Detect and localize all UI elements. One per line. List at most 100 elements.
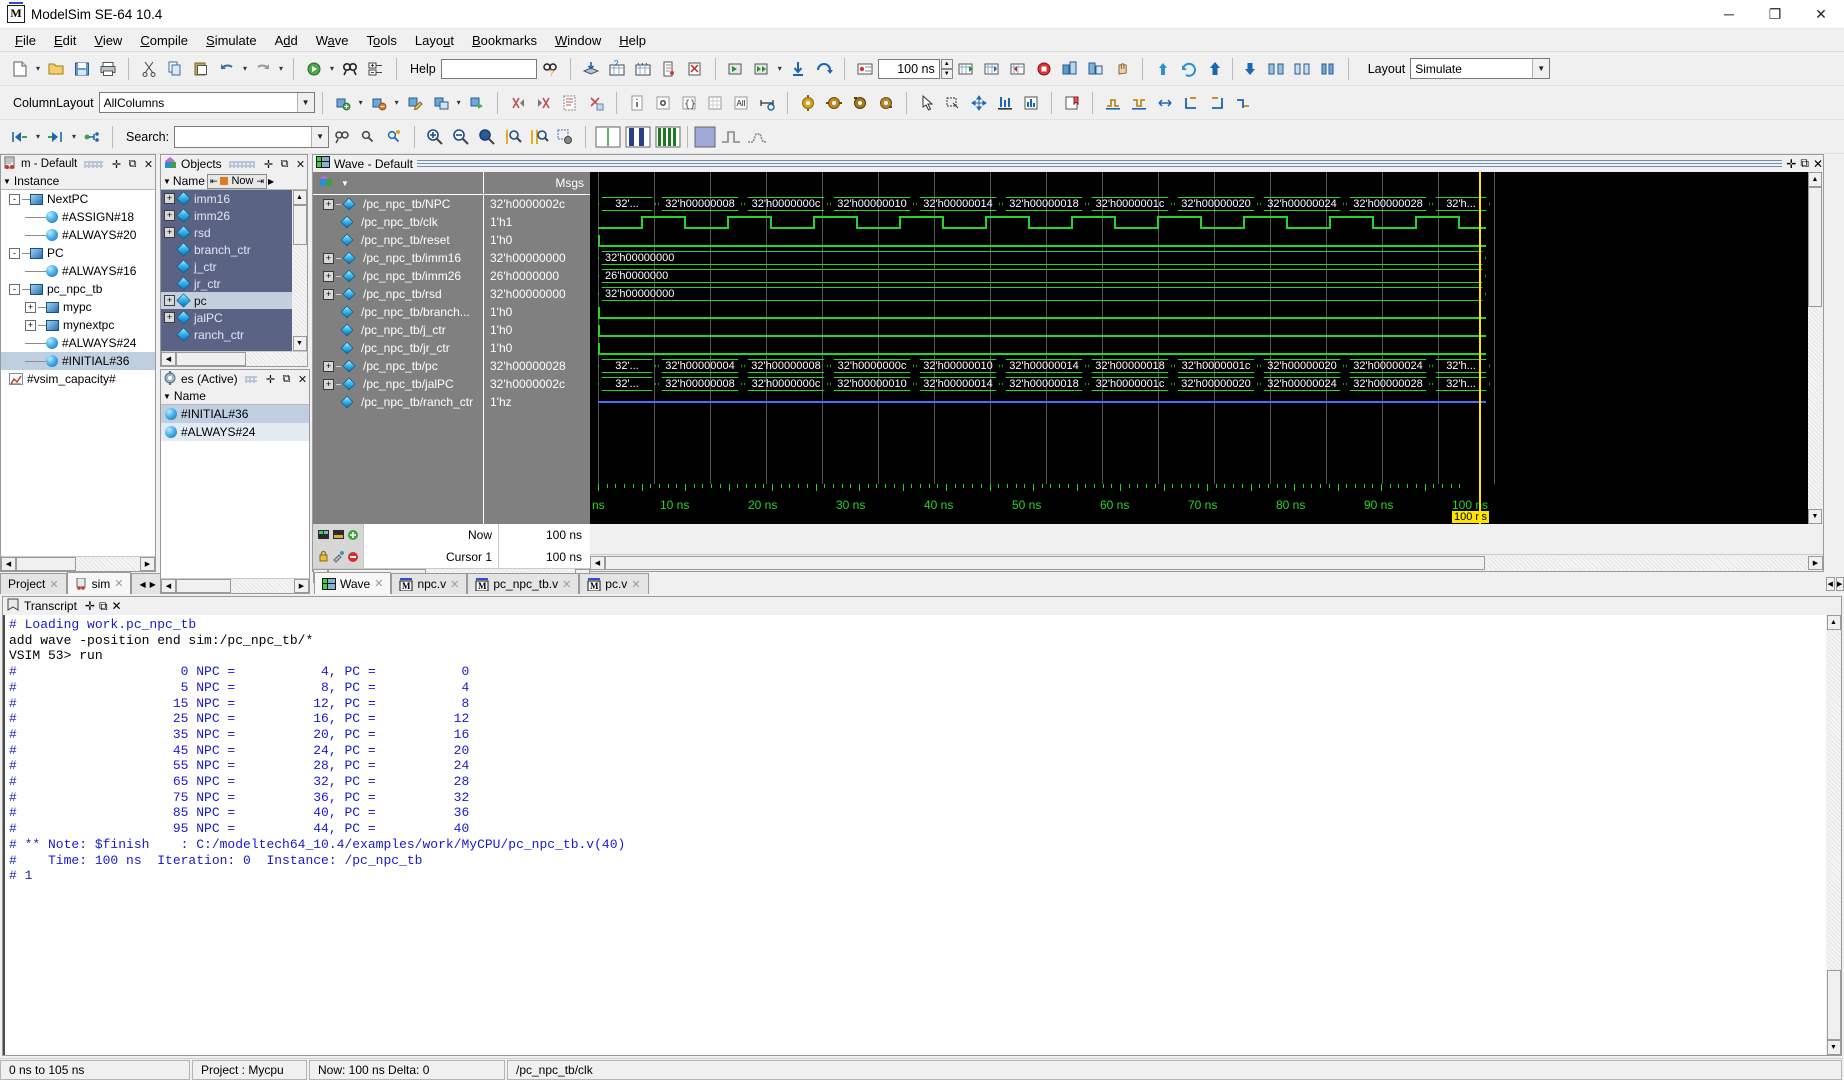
transcript-vscrollbar[interactable]: ▲ ▼ — [1826, 615, 1841, 1055]
dataflow4-icon[interactable] — [873, 90, 899, 116]
undo-dropdown-icon[interactable]: ▾ — [240, 56, 250, 82]
tab-close-icon[interactable]: ✕ — [49, 578, 58, 591]
wave-signal-row[interactable]: /pc_npc_tb/branch... — [313, 303, 483, 321]
search-prev-icon[interactable] — [355, 124, 381, 150]
columnlayout-combo[interactable]: AllColumns ▼ — [98, 92, 315, 113]
pan-hand-icon[interactable] — [1109, 56, 1135, 82]
panel-close-icon[interactable]: ✕ — [142, 158, 155, 171]
scroll-left-icon[interactable]: ◀ — [590, 556, 605, 570]
tab-pc-v[interactable]: Mpc.v ✕ — [579, 573, 649, 594]
object-row[interactable]: + rsd — [161, 224, 292, 241]
panel-close-icon[interactable]: ✕ — [294, 158, 307, 171]
panel-close-icon[interactable]: ✕ — [112, 599, 122, 613]
scroll-left-icon[interactable]: ◀ — [161, 579, 176, 593]
wave-up2-icon[interactable] — [1202, 56, 1228, 82]
instance-row[interactable]: - PC — [1, 244, 155, 262]
object-expander[interactable]: + — [164, 227, 175, 238]
new-file-dropdown-icon[interactable]: ▾ — [33, 56, 43, 82]
open-file-icon[interactable] — [43, 56, 69, 82]
remove-wave-dropdown-icon[interactable]: ▾ — [392, 90, 402, 116]
next-diff-icon[interactable] — [531, 90, 557, 116]
filter-icon[interactable]: ▼ — [163, 392, 171, 401]
simulate-restart-icon[interactable] — [630, 56, 656, 82]
objects-vscrollbar[interactable]: ▲ ▼ — [292, 190, 307, 351]
instance-row[interactable]: #ALWAYS#24 — [1, 334, 155, 352]
tree-expander[interactable]: + — [25, 319, 36, 331]
run-icon[interactable] — [723, 56, 749, 82]
remove-wave-icon[interactable] — [366, 90, 392, 116]
tree-expander[interactable]: - — [9, 247, 20, 259]
expand-collapse-icon[interactable] — [363, 56, 389, 82]
select-mode-icon[interactable] — [914, 90, 940, 116]
wave-palette-dropdown-icon[interactable]: ▼ — [341, 179, 349, 188]
wave-signal-row[interactable]: + /pc_npc_tb/imm26 — [313, 267, 483, 285]
scroll-up-icon[interactable]: ▲ — [1826, 615, 1841, 630]
column-prev-icon[interactable]: ⇤ — [210, 176, 218, 187]
instance-row[interactable]: #ALWAYS#20 — [1, 226, 155, 244]
column-scroll-icon[interactable]: ▶ — [268, 177, 274, 186]
dataflow2-icon[interactable] — [821, 90, 847, 116]
maximize-button[interactable]: ❐ — [1752, 0, 1798, 29]
cursor-center-icon[interactable] — [650, 90, 676, 116]
goto-next-dropdown-icon[interactable]: ▾ — [69, 124, 79, 150]
step-into-icon[interactable] — [785, 56, 811, 82]
tab-close-icon[interactable]: ✕ — [374, 577, 383, 590]
instance-row[interactable]: #ASSIGN#18 — [1, 208, 155, 226]
restart-sim-icon[interactable] — [953, 56, 979, 82]
wave-signal-row[interactable]: + /pc_npc_tb/NPC — [313, 195, 483, 213]
stop-sim-icon[interactable] — [1031, 56, 1057, 82]
wave-up-icon[interactable] — [1150, 56, 1176, 82]
panel-close-icon[interactable]: ✕ — [1813, 157, 1823, 171]
paste-icon[interactable] — [188, 56, 214, 82]
scroll-right-icon[interactable]: ▶ — [1808, 556, 1823, 570]
panel-close-icon[interactable]: ✕ — [296, 373, 309, 386]
step-back-icon[interactable] — [1005, 56, 1031, 82]
step-sim-icon[interactable] — [979, 56, 1005, 82]
wave-vscrollbar[interactable]: ▲ ▼ — [1808, 172, 1823, 524]
sim-hscrollbar[interactable]: ◀ ▶ — [1, 556, 155, 571]
wave-pattern1-icon[interactable] — [692, 124, 718, 150]
chevron-down-icon[interactable]: ▼ — [1532, 59, 1550, 78]
zoom-select-icon[interactable] — [940, 90, 966, 116]
wave-canvas[interactable]: 32'... 32'h00000008 32'h0000000c 32'h000000… — [590, 172, 1808, 484]
cursor-row-icons[interactable] — [313, 545, 363, 568]
clear-diff-icon[interactable] — [583, 90, 609, 116]
instance-row[interactable]: #vsim_capacity# — [1, 370, 155, 388]
zoom-full-icon[interactable] — [474, 124, 500, 150]
search-find-icon[interactable] — [329, 124, 355, 150]
filter-icon[interactable]: ▼ — [3, 177, 11, 186]
dataflow3-icon[interactable] — [847, 90, 873, 116]
wave-expander[interactable]: + — [323, 252, 334, 264]
filter-icon[interactable]: ▼ — [163, 177, 171, 186]
zoom-mode-icon[interactable] — [552, 124, 578, 150]
object-expander[interactable]: + — [164, 193, 175, 204]
cursor-lock-icon[interactable]: {} — [676, 90, 702, 116]
instance-row[interactable]: + mynextpc — [1, 316, 155, 334]
coverage-icon[interactable] — [1057, 56, 1083, 82]
chevron-down-icon[interactable]: ▼ — [311, 126, 329, 147]
object-expander[interactable]: + — [164, 312, 175, 323]
expand-net-icon[interactable] — [79, 124, 105, 150]
scroll-right-icon[interactable]: ▶ — [294, 579, 309, 593]
menu-simulate[interactable]: Simulate — [197, 30, 266, 51]
tab-close-icon[interactable]: ✕ — [562, 578, 571, 591]
compile-icon[interactable] — [301, 56, 327, 82]
dataflow1-icon[interactable] — [795, 90, 821, 116]
menu-layout[interactable]: Layout — [406, 30, 463, 51]
wave-view3-icon[interactable] — [653, 124, 683, 150]
scroll-down-icon[interactable]: ▼ — [1808, 509, 1822, 524]
analyze-icon[interactable] — [1083, 56, 1109, 82]
wave-signal-row[interactable]: /pc_npc_tb/ranch_ctr — [313, 393, 483, 411]
goto-next-icon[interactable] — [43, 124, 69, 150]
tree-expander[interactable]: + — [25, 301, 36, 313]
wave-compare2-icon[interactable] — [1289, 56, 1315, 82]
search-input[interactable]: ▼ — [174, 125, 330, 148]
wave-expander[interactable]: + — [323, 360, 334, 372]
now-row-icons[interactable] — [313, 523, 363, 546]
menu-view[interactable]: View — [85, 30, 131, 51]
align-bottom-icon[interactable] — [992, 90, 1018, 116]
measure-icon[interactable] — [754, 90, 780, 116]
bookmark-icon[interactable] — [1059, 90, 1085, 116]
cursor-info-icon[interactable] — [624, 90, 650, 116]
zoom-cursor-icon[interactable] — [500, 124, 526, 150]
